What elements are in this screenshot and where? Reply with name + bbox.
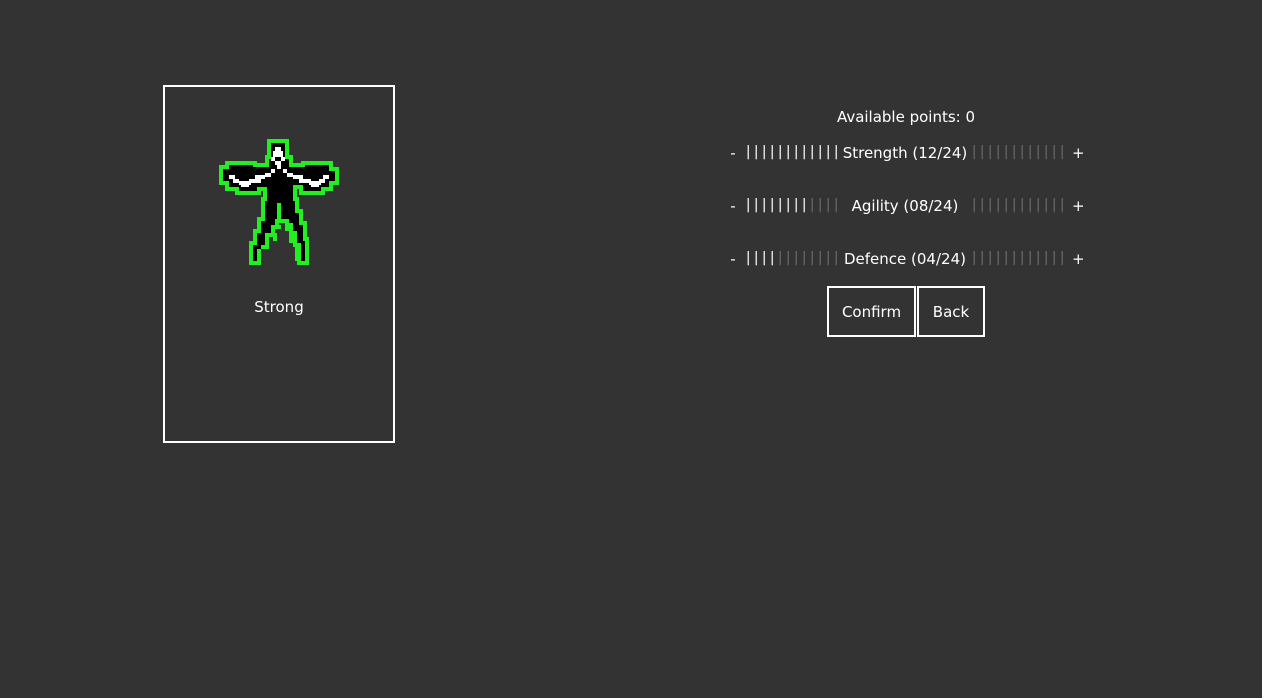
stat-allocation-screen: Strong Available points: 0 - |||||||||||…	[0, 0, 1262, 698]
strength-decrease-button[interactable]: -	[728, 144, 738, 162]
agility-bar-tick: |	[752, 197, 761, 213]
strength-bar-tick: |	[1018, 144, 1027, 160]
stat-row-strength: - |||||||||||| Strength (12/24) ||||||||…	[726, 144, 1088, 166]
agility-bar-tick: |	[768, 197, 777, 213]
agility-bar-tick: |	[792, 197, 801, 213]
defence-bar-tick: |	[808, 250, 817, 266]
defence-bar-tick: |	[1034, 250, 1043, 266]
agility-bar-tick: |	[816, 197, 825, 213]
strength-bar-tick: |	[760, 144, 769, 160]
defence-bar-tick: |	[800, 250, 809, 266]
strength-bar-tick: |	[1010, 144, 1019, 160]
agility-bar-tick: |	[1050, 197, 1059, 213]
strength-bar-filled: ||||||||||||	[744, 144, 840, 166]
defence-bar-tick: |	[776, 250, 785, 266]
strength-bar-tick: |	[1050, 144, 1059, 160]
strength-bar-tick: |	[1026, 144, 1035, 160]
strength-bar-tick: |	[800, 144, 809, 160]
agility-bar-tick: |	[1026, 197, 1035, 213]
defence-bar-tick: |	[816, 250, 825, 266]
defence-bar-tick: |	[986, 250, 995, 266]
strength-bar-tick: |	[768, 144, 777, 160]
defence-bar-tick: |	[744, 250, 753, 266]
agility-increase-button[interactable]: +	[1072, 197, 1085, 215]
strength-bar-tick: |	[752, 144, 761, 160]
defence-bar-tick: |	[970, 250, 979, 266]
agility-bar-tick: |	[784, 197, 793, 213]
defence-decrease-button[interactable]: -	[728, 250, 738, 268]
defence-bar-tick: |	[1002, 250, 1011, 266]
strength-bar-tick: |	[776, 144, 785, 160]
strength-label: Strength (12/24)	[842, 144, 968, 162]
strength-bar-tick: |	[1002, 144, 1011, 160]
character-sprite	[219, 137, 341, 267]
strength-bar-tick: |	[816, 144, 825, 160]
strength-bar-tick: |	[808, 144, 817, 160]
strong-hero-sprite-icon	[219, 139, 339, 265]
agility-bar-tick: |	[1034, 197, 1043, 213]
agility-bar-remaining: ||||||||||||	[970, 197, 1066, 219]
defence-bar-tick: |	[978, 250, 987, 266]
strength-increase-button[interactable]: +	[1072, 144, 1085, 162]
character-card: Strong	[163, 85, 395, 443]
strength-bar-tick: |	[1058, 144, 1067, 160]
strength-bar-tick: |	[986, 144, 995, 160]
defence-bar-tick: |	[994, 250, 1003, 266]
agility-decrease-button[interactable]: -	[728, 197, 738, 215]
defence-bar-tick: |	[1050, 250, 1059, 266]
defence-bar-tick: |	[760, 250, 769, 266]
agility-bar-tick: |	[824, 197, 833, 213]
defence-bar-tick: |	[1058, 250, 1067, 266]
agility-bar-tick: |	[994, 197, 1003, 213]
defence-bar-tick: |	[792, 250, 801, 266]
back-button[interactable]: Back	[917, 286, 985, 337]
agility-bar-tick: |	[800, 197, 809, 213]
strength-bar-tick: |	[978, 144, 987, 160]
available-points-label: Available points: 0	[836, 108, 976, 126]
defence-bar-remaining: ||||||||||||	[970, 250, 1066, 272]
strength-bar-tick: |	[994, 144, 1003, 160]
defence-increase-button[interactable]: +	[1072, 250, 1085, 268]
defence-bar-tick: |	[1042, 250, 1051, 266]
strength-bar-tick: |	[744, 144, 753, 160]
agility-bar-tick: |	[1010, 197, 1019, 213]
strength-bar-tick: |	[1034, 144, 1043, 160]
agility-bar-tick: |	[986, 197, 995, 213]
strength-bar-tick: |	[1042, 144, 1051, 160]
defence-bar-tick: |	[1018, 250, 1027, 266]
stat-row-agility: - |||||||||||| Agility (08/24) |||||||||…	[726, 197, 1088, 219]
defence-bar-tick: |	[824, 250, 833, 266]
defence-bar-tick: |	[752, 250, 761, 266]
agility-bar-tick: |	[1058, 197, 1067, 213]
agility-bar-tick: |	[978, 197, 987, 213]
defence-bar-filled: ||||||||||||	[744, 250, 840, 272]
strength-bar-tick: |	[792, 144, 801, 160]
agility-bar-tick: |	[760, 197, 769, 213]
defence-bar-tick: |	[784, 250, 793, 266]
agility-bar-tick: |	[970, 197, 979, 213]
defence-label: Defence (04/24)	[844, 250, 966, 268]
agility-bar-tick: |	[776, 197, 785, 213]
strength-bar-tick: |	[824, 144, 833, 160]
confirm-button[interactable]: Confirm	[827, 286, 916, 337]
defence-bar-tick: |	[1026, 250, 1035, 266]
strength-bar-remaining: ||||||||||||	[970, 144, 1066, 166]
defence-bar-tick: |	[768, 250, 777, 266]
strength-bar-tick: |	[784, 144, 793, 160]
agility-bar-tick: |	[744, 197, 753, 213]
stat-row-defence: - |||||||||||| Defence (04/24) |||||||||…	[726, 250, 1088, 272]
agility-bar-tick: |	[1042, 197, 1051, 213]
defence-bar-tick: |	[1010, 250, 1019, 266]
agility-bar-tick: |	[808, 197, 817, 213]
character-name: Strong	[254, 298, 304, 316]
agility-bar-tick: |	[1002, 197, 1011, 213]
agility-bar-filled: ||||||||||||	[744, 197, 840, 219]
agility-label: Agility (08/24)	[851, 197, 959, 215]
strength-bar-tick: |	[970, 144, 979, 160]
agility-bar-tick: |	[1018, 197, 1027, 213]
